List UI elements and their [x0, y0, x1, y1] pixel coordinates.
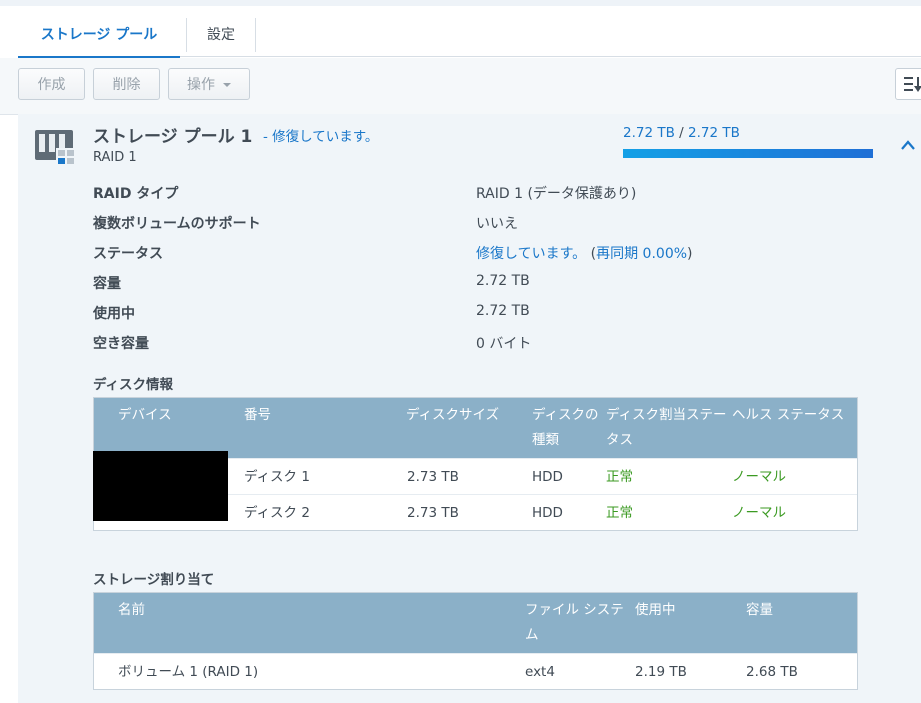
disk-size: 2.73 TB: [407, 469, 459, 485]
create-button[interactable]: 作成: [18, 68, 85, 100]
pool-usage: 2.72 TB / 2.72 TB: [623, 125, 740, 141]
sort-button[interactable]: [895, 68, 921, 100]
pool-usage-fill: [623, 149, 873, 158]
toolbar: 作成 削除 操作: [0, 58, 921, 115]
pool-usage-used: 2.72 TB: [623, 125, 675, 141]
status-repairing: 修復しています。: [476, 246, 587, 262]
detail-value-free: 0 バイト: [476, 336, 532, 352]
caret-down-icon: [223, 83, 231, 87]
status-paren-close: ): [687, 246, 693, 262]
pool-usage-total: 2.72 TB: [688, 125, 740, 141]
disk-alloc-status: 正常: [606, 469, 633, 485]
pool-status: - 修復しています。: [263, 129, 379, 145]
window-top-strip: [0, 0, 921, 6]
tab-storage-pool[interactable]: ストレージ プール: [18, 14, 180, 58]
detail-label-free: 空き容量: [93, 336, 149, 352]
status-resync-link[interactable]: 再同期 0.00%: [596, 246, 687, 262]
detail-value-used: 2.72 TB: [476, 303, 530, 319]
disk-number: ディスク 2: [244, 505, 310, 521]
disk-type: HDD: [532, 469, 563, 485]
storage-pool-icon: [35, 130, 76, 166]
detail-label-capacity: 容量: [93, 276, 121, 292]
volume-used: 2.19 TB: [635, 664, 687, 680]
delete-button[interactable]: 削除: [93, 68, 160, 100]
create-button-label: 作成: [37, 77, 66, 93]
disk-header-number: 番号: [244, 407, 271, 423]
disk-number: ディスク 1: [244, 469, 310, 485]
disk-header-alloc-line2: タス: [606, 432, 633, 448]
storage-table-header: 名前 ファイル システ ム 使用中 容量: [94, 593, 857, 653]
disk-info-title: ディスク情報: [93, 377, 174, 393]
table-row[interactable]: ボリューム 1 (RAID 1) ext4 2.19 TB 2.68 TB: [94, 653, 857, 690]
detail-value-multi-volume: いいえ: [476, 216, 518, 232]
detail-label-status: ステータス: [93, 246, 163, 262]
detail-value-capacity: 2.72 TB: [476, 273, 530, 289]
sort-icon: [904, 77, 921, 92]
tab-bar: ストレージ プール 設定: [18, 14, 921, 58]
action-button-label: 操作: [187, 77, 215, 93]
redacted-device-block: [93, 451, 228, 521]
storage-header-used: 使用中: [635, 602, 676, 618]
volume-capacity: 2.68 TB: [746, 664, 798, 680]
volume-name: ボリューム 1 (RAID 1): [118, 664, 259, 680]
disk-header-type-line2: 種類: [532, 432, 559, 448]
tab-settings[interactable]: 設定: [186, 18, 256, 52]
detail-label-used: 使用中: [93, 306, 135, 322]
status-paren-open: (: [586, 246, 597, 262]
detail-value-raid-type: RAID 1 (データ保護あり): [476, 186, 637, 202]
pool-title: ストレージ プール 1: [93, 127, 253, 147]
disk-health-status: ノーマル: [732, 505, 786, 521]
chevron-up-icon[interactable]: [900, 139, 916, 151]
disk-health-status: ノーマル: [732, 469, 786, 485]
storage-header-fs-line1: ファイル システ: [525, 602, 624, 618]
disk-header-health: ヘルス ステータス: [732, 407, 845, 423]
storage-header-fs-line2: ム: [525, 627, 539, 643]
volume-filesystem: ext4: [525, 664, 555, 680]
pool-usage-bar: [623, 149, 873, 158]
storage-allocation-title: ストレージ割り当て: [93, 572, 215, 588]
pool-raid-type: RAID 1: [93, 150, 137, 165]
disk-header-device: デバイス: [118, 407, 172, 423]
pool-usage-separator: /: [674, 125, 688, 141]
disk-table-header: デバイス 番号 ディスクサイズ ディスクの 種類 ディスク割当ステー タス ヘル…: [94, 398, 857, 458]
action-button[interactable]: 操作: [168, 68, 250, 100]
disk-type: HDD: [532, 505, 563, 521]
disk-header-type-line1: ディスクの: [532, 407, 599, 423]
detail-label-raid-type: RAID タイプ: [93, 186, 179, 202]
disk-header-size: ディスクサイズ: [406, 407, 500, 423]
disk-size: 2.73 TB: [407, 505, 459, 521]
storage-header-name: 名前: [118, 602, 145, 618]
detail-value-status: 修復しています。 (再同期 0.00%): [476, 243, 693, 263]
disk-alloc-status: 正常: [606, 505, 633, 521]
disk-header-alloc-line1: ディスク割当ステー: [606, 407, 727, 423]
delete-button-label: 削除: [112, 77, 141, 93]
storage-table: 名前 ファイル システ ム 使用中 容量 ボリューム 1 (RAID 1) ex…: [93, 592, 858, 690]
detail-label-multi-volume: 複数ボリュームのサポート: [93, 216, 261, 232]
storage-header-capacity: 容量: [746, 602, 773, 618]
